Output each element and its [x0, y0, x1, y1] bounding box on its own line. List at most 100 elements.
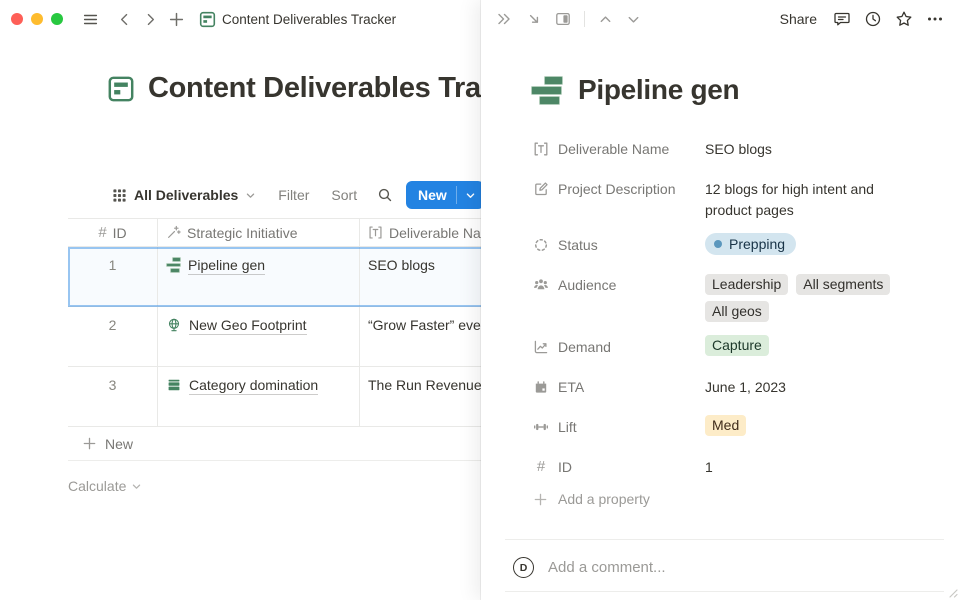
property-value[interactable]: 1 [705, 451, 920, 478]
updates-button[interactable] [864, 10, 882, 28]
property-label[interactable]: Status [533, 229, 705, 260]
database-page-icon [199, 11, 216, 28]
cell-deliverable[interactable]: The Run Revenue S [360, 367, 481, 426]
next-record-button[interactable] [626, 12, 641, 27]
calendar-icon [533, 379, 549, 395]
cell-initiative[interactable]: Category domination [158, 367, 360, 426]
property-label[interactable]: Demand [533, 331, 705, 362]
column-header-initiative[interactable]: Strategic Initiative [158, 219, 360, 246]
gantt-chart-icon[interactable] [530, 76, 563, 105]
comments-button[interactable] [833, 10, 851, 28]
column-header-id[interactable]: # ID [68, 219, 158, 246]
previous-record-button[interactable] [598, 12, 613, 27]
new-record-button[interactable]: New [406, 181, 456, 209]
tag[interactable]: Capture [705, 335, 769, 356]
property-row-project-description: Project Description 12 blogs for high in… [533, 173, 943, 220]
cell-id[interactable]: 3 [68, 367, 158, 426]
chevron-right-icon [143, 12, 158, 27]
record-link[interactable]: Pipeline gen [188, 257, 265, 275]
table-row[interactable]: 1 Pipeline gen SEO blogs [68, 247, 481, 307]
property-value[interactable]: Prepping [705, 229, 920, 255]
chevron-down-icon [131, 481, 142, 492]
property-value[interactable]: June 1, 2023 [705, 371, 920, 398]
new-record-split-button: New [406, 181, 481, 209]
tag[interactable]: All segments [796, 274, 890, 295]
record-header: Pipeline gen [530, 74, 739, 106]
globe-icon [166, 317, 182, 333]
tag[interactable]: Med [705, 415, 746, 436]
search-button[interactable] [377, 187, 393, 203]
status-spinner-icon [533, 237, 549, 253]
double-chevron-right-icon [495, 10, 513, 28]
cell-deliverable[interactable]: “Grow Faster” eve [360, 307, 481, 366]
cell-initiative[interactable]: New Geo Footprint [158, 307, 360, 366]
status-pill[interactable]: Prepping [705, 233, 796, 255]
line-chart-icon [533, 339, 549, 355]
chevron-down-icon [626, 12, 641, 27]
page-title[interactable]: Content Deliverables Tracker [148, 72, 481, 105]
cell-deliverable[interactable]: SEO blogs [360, 247, 481, 306]
add-comment-input[interactable]: Add a comment... [548, 559, 666, 576]
nav-forward-button[interactable] [137, 6, 163, 32]
share-button[interactable]: Share [780, 11, 817, 27]
table-row[interactable]: 3 Category domination The Run Revenue S [68, 367, 481, 427]
record-link[interactable]: Category domination [189, 377, 318, 395]
close-peek-button[interactable] [495, 10, 513, 28]
property-label[interactable]: Lift [533, 411, 705, 442]
property-value[interactable]: Leadership All segments All geos [705, 269, 920, 322]
record-link[interactable]: New Geo Footprint [189, 317, 307, 335]
record-title[interactable]: Pipeline gen [578, 74, 739, 106]
view-selector[interactable]: All Deliverables [112, 187, 256, 203]
property-label[interactable]: Deliverable Name [533, 133, 705, 164]
cell-id[interactable]: 1 [68, 247, 158, 306]
new-tab-button[interactable] [163, 6, 189, 32]
new-record-dropdown-button[interactable] [457, 181, 481, 209]
traffic-lights [11, 13, 63, 25]
property-label[interactable]: Audience [533, 269, 705, 300]
property-row-audience: Audience Leadership All segments All geo… [533, 269, 943, 322]
property-label[interactable]: Project Description [533, 173, 705, 204]
window-title: Content Deliverables Tracker [222, 12, 396, 27]
page-header: Content Deliverables Tracker [107, 72, 481, 105]
property-label[interactable]: # ID [533, 451, 705, 482]
sidebar-toggle-button[interactable] [77, 6, 103, 32]
close-window-button[interactable] [11, 13, 23, 25]
property-value[interactable]: Capture [705, 331, 920, 356]
clock-icon [864, 10, 882, 28]
property-value[interactable]: SEO blogs [705, 133, 920, 160]
favorite-button[interactable] [895, 10, 913, 28]
view-name: All Deliverables [134, 187, 238, 203]
nav-back-button[interactable] [111, 6, 137, 32]
toolbar-divider [584, 11, 585, 27]
cell-initiative[interactable]: Pipeline gen [158, 247, 360, 306]
calculate-button[interactable]: Calculate [68, 469, 481, 503]
table-row[interactable]: 2 New Geo Footprint “Grow Faster” eve [68, 307, 481, 367]
filter-button[interactable]: Filter [278, 187, 309, 203]
cell-id[interactable]: 2 [68, 307, 158, 366]
property-list: Deliverable Name SEO blogs Project Descr… [533, 133, 943, 507]
tag[interactable]: Leadership [705, 274, 788, 295]
open-full-page-button[interactable] [526, 11, 542, 27]
gantt-chart-icon [166, 257, 181, 273]
sort-button[interactable]: Sort [331, 187, 357, 203]
tag[interactable]: All geos [705, 301, 769, 322]
more-options-button[interactable] [926, 10, 944, 28]
minimize-window-button[interactable] [31, 13, 43, 25]
database-page-icon[interactable] [107, 75, 135, 103]
edit-pencil-icon [533, 181, 549, 197]
resize-grip[interactable] [947, 587, 958, 598]
add-property-button[interactable]: Add a property [533, 491, 943, 507]
expand-diagonal-icon [526, 11, 542, 27]
property-row-deliverable-name: Deliverable Name SEO blogs [533, 133, 943, 164]
zoom-window-button[interactable] [51, 13, 63, 25]
magic-wand-icon [166, 225, 181, 240]
table-view-icon [112, 188, 127, 203]
property-value[interactable]: 12 blogs for high intent and product pag… [705, 173, 920, 220]
column-header-deliverable[interactable]: Deliverable Name [360, 219, 481, 246]
table-new-row-button[interactable]: New [68, 427, 481, 461]
side-peek-button[interactable] [555, 11, 571, 27]
property-value[interactable]: Med [705, 411, 920, 436]
property-row-demand: Demand Capture [533, 331, 943, 362]
property-label[interactable]: ETA [533, 371, 705, 402]
main-window: Content Deliverables Tracker Content Del… [0, 0, 481, 600]
